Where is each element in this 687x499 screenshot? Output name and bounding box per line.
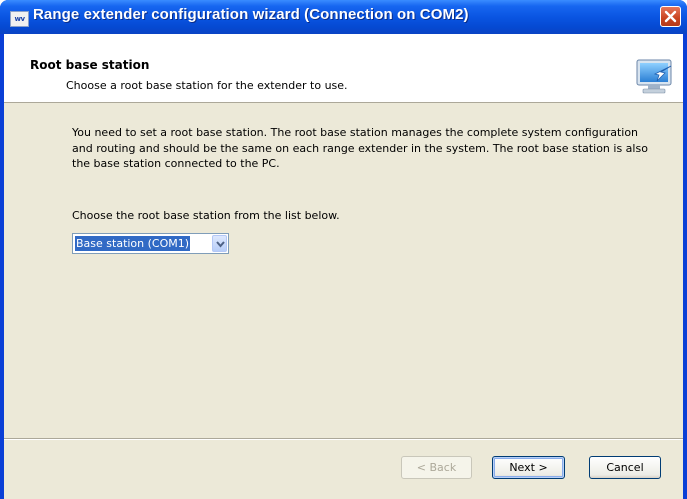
page-title: Root base station [30, 58, 150, 72]
dialog-client-area: Root base station Choose a root base sta… [4, 34, 683, 499]
description-text: You need to set a root base station. The… [72, 126, 648, 170]
wizard-header: Root base station Choose a root base sta… [4, 34, 683, 103]
app-icon: wv [10, 11, 29, 27]
close-button[interactable] [660, 6, 681, 27]
footer-divider [4, 438, 683, 440]
wizard-connect-icon [636, 59, 672, 94]
select-value: Base station (COM1) [75, 236, 191, 251]
close-icon [664, 10, 677, 23]
dropdown-button[interactable] [212, 235, 227, 252]
chevron-down-icon [216, 241, 225, 248]
wizard-window: wv Range extender configuration wizard (… [0, 0, 687, 499]
back-button[interactable]: < Back [401, 456, 472, 479]
cancel-button[interactable]: Cancel [589, 456, 661, 479]
title-bar[interactable]: wv Range extender configuration wizard (… [0, 0, 687, 34]
next-button[interactable]: Next > [492, 456, 565, 479]
choose-label: Choose the root base station from the li… [72, 209, 340, 222]
page-subtitle: Choose a root base station for the exten… [66, 79, 348, 92]
root-base-station-select[interactable]: Base station (COM1) [72, 233, 229, 254]
window-title: Range extender configuration wizard (Con… [33, 6, 469, 23]
